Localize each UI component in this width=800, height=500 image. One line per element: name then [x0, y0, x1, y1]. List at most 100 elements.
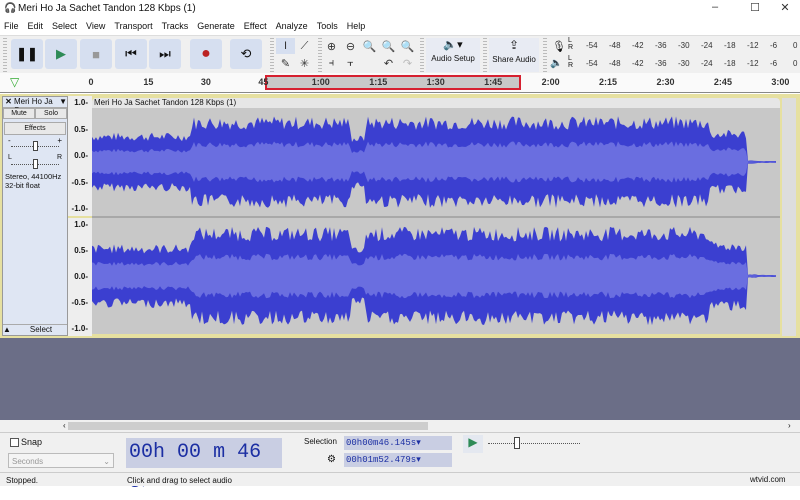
menu-help[interactable]: Help	[343, 18, 371, 35]
track-menu-dropdown-icon[interactable]: ▼	[59, 97, 67, 107]
share-audio-button[interactable]: ⇪ Share Audio	[489, 38, 539, 72]
speaker-icon[interactable]: 🔈	[550, 58, 562, 69]
snap-unit-select[interactable]: Seconds⌄	[8, 453, 114, 468]
multi-tool[interactable]: ✳	[295, 55, 314, 71]
fit-selection-button[interactable]: 🔍	[360, 38, 379, 54]
menu-analyze[interactable]: Analyze	[272, 18, 313, 35]
scroll-right-icon[interactable]: ›	[788, 421, 791, 430]
waveform-rms	[92, 254, 776, 298]
ruler-tick-label: 30	[201, 77, 211, 87]
track-vertical-scroll[interactable]	[782, 98, 796, 336]
track-name-menu[interactable]: Meri Ho Ja S	[14, 97, 59, 107]
multi-tool-icon: ✳	[300, 57, 309, 70]
solo-button[interactable]: Solo	[35, 108, 67, 119]
record-button[interactable]: ●	[190, 39, 222, 69]
toolbar-grip[interactable]	[3, 38, 7, 72]
toolbar-grip[interactable]	[420, 38, 424, 72]
trim-button[interactable]: ⫞	[322, 55, 341, 71]
speaker-icon: 🔈▾	[426, 38, 480, 51]
time-display[interactable]: 00h 00 m 46 s▾	[126, 438, 282, 468]
snap-label: Snap	[21, 437, 42, 447]
menu-tools[interactable]: Tools	[313, 18, 343, 35]
playback-speed-slider[interactable]	[488, 443, 580, 444]
ruler-tick-label: 0	[88, 77, 93, 87]
pause-button[interactable]: ❚❚	[11, 39, 43, 69]
selection-end-field[interactable]: 00h01m52.479s▾	[344, 453, 452, 467]
selection-start-field[interactable]: 00h00m46.145s▾	[344, 436, 452, 450]
audio-setup-button[interactable]: 🔈▾ Audio Setup	[426, 38, 480, 72]
meter-scale-label: -36	[655, 41, 667, 50]
ruler-tick-label: 2:45	[714, 77, 732, 87]
effects-button[interactable]: Effects	[4, 122, 66, 135]
meter-scale-label: -6	[770, 59, 777, 68]
ruler-tick-label: 1:45	[484, 77, 502, 87]
empty-track-area[interactable]	[0, 338, 800, 420]
record-meter-lr: LR	[568, 37, 573, 51]
zoom-in-icon: ⊕	[327, 40, 336, 53]
ruler-tick-label: 2:15	[599, 77, 617, 87]
play-button[interactable]: ▶	[45, 39, 77, 69]
microphone-icon[interactable]: 🎙	[552, 40, 566, 53]
gain-slider-thumb[interactable]	[33, 141, 38, 151]
play-at-speed-button[interactable]: ▶	[463, 435, 483, 453]
horizontal-scrollbar[interactable]: ‹ ›	[0, 420, 800, 432]
playback-meter[interactable]: -54-48-42-36-30-24-18-12-60	[576, 56, 800, 72]
loop-icon: ⟲	[241, 46, 252, 62]
ruler-tick-label: 1:15	[369, 77, 387, 87]
menu-tracks[interactable]: Tracks	[158, 18, 194, 35]
clip-title-bar[interactable]: Meri Ho Ja Sachet Tandon 128 Kbps (1)	[92, 98, 780, 108]
pan-slider-thumb[interactable]	[33, 159, 38, 169]
close-button[interactable]: ✕	[770, 1, 800, 17]
i-beam-icon: I	[284, 40, 287, 52]
track-close-button[interactable]: ✕	[3, 97, 14, 107]
selection-label: Selection	[304, 437, 337, 446]
skip-start-icon: ⏮	[125, 46, 137, 62]
playback-speed-thumb[interactable]	[514, 437, 520, 449]
menu-generate[interactable]: Generate	[193, 18, 240, 35]
stop-button[interactable]: ■	[80, 39, 112, 69]
pencil-icon: ✎	[281, 57, 290, 70]
zoom-out-button[interactable]: ⊖	[341, 38, 360, 54]
selection-tool[interactable]: I	[276, 38, 295, 54]
fit-project-button[interactable]: 🔍	[379, 38, 398, 54]
axis-label: 0.5-	[74, 125, 88, 134]
maximize-button[interactable]: ☐	[740, 1, 770, 17]
menu-effect[interactable]: Effect	[240, 18, 272, 35]
scrollbar-thumb[interactable]	[68, 422, 428, 430]
record-meter[interactable]: -54-48-42-36-30-24-18-12-60	[576, 38, 800, 54]
minimize-button[interactable]: –	[700, 1, 730, 17]
undo-button[interactable]: ↶	[379, 55, 398, 71]
toolbar-grip[interactable]	[483, 38, 487, 72]
silence-button[interactable]: ⫟	[341, 55, 360, 71]
mute-button[interactable]: Mute	[3, 108, 35, 119]
envelope-tool[interactable]: ⟋	[295, 38, 314, 54]
zoom-toggle-button[interactable]: 🔍	[398, 38, 417, 54]
waveform[interactable]	[92, 108, 780, 334]
gain-plus-label: +	[57, 136, 62, 145]
toolbar-grip[interactable]	[543, 38, 547, 72]
ruler-tick-label: 1:30	[427, 77, 445, 87]
meter-scale-label: 0	[793, 59, 797, 68]
skip-end-button[interactable]: ⏭	[149, 39, 181, 69]
track-bit-depth-info: 32-bit float	[3, 181, 67, 190]
menu-edit[interactable]: Edit	[24, 18, 49, 35]
loop-button[interactable]: ⟲	[230, 39, 262, 69]
zoom-in-button[interactable]: ⊕	[322, 38, 341, 54]
menu-select[interactable]: Select	[48, 18, 82, 35]
draw-tool[interactable]: ✎	[276, 55, 295, 71]
scroll-left-icon[interactable]: ‹	[63, 421, 66, 430]
ruler-tick-label: 3:00	[771, 77, 789, 87]
menu-transport[interactable]: Transport	[110, 18, 157, 35]
skip-end-icon: ⏭	[159, 46, 171, 62]
track-format-info: Stereo, 44100Hz	[3, 172, 67, 181]
menu-view[interactable]: View	[82, 18, 110, 35]
select-track-button[interactable]: Select	[15, 325, 67, 335]
collapse-track-icon[interactable]: ▲	[3, 325, 15, 335]
menu-file[interactable]: File	[0, 18, 24, 35]
skip-start-button[interactable]: ⏮	[115, 39, 147, 69]
snap-checkbox[interactable]	[10, 438, 19, 447]
gear-icon[interactable]: ⚙	[327, 454, 336, 465]
toolbar-grip[interactable]	[270, 38, 274, 72]
redo-button[interactable]: ↷	[398, 55, 417, 71]
meter-scale-label: -54	[586, 59, 598, 68]
